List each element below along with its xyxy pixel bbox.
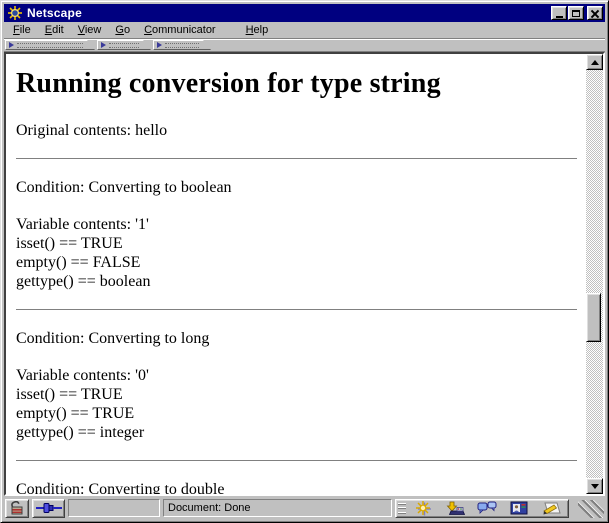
title-bar[interactable]: Netscape xyxy=(4,4,605,22)
close-icon xyxy=(591,10,599,17)
condition-line: Condition: Converting to boolean xyxy=(16,179,232,196)
condition-line: Condition: Converting to long xyxy=(16,330,210,347)
result-line: gettype() == integer xyxy=(16,424,145,441)
menu-file[interactable]: File xyxy=(6,22,38,38)
browser-viewport: Running conversion for type string Origi… xyxy=(4,52,605,496)
collapsed-location-toolbar[interactable] xyxy=(97,40,151,50)
component-bar-grip[interactable] xyxy=(398,502,406,515)
status-message: Document: Done xyxy=(163,499,392,517)
minimize-icon xyxy=(555,15,563,18)
online-status-button[interactable] xyxy=(32,498,65,518)
status-bar: Document: Done xyxy=(4,496,605,519)
collapsed-navigation-toolbar[interactable] xyxy=(5,40,95,50)
window-title: Netscape xyxy=(27,6,82,20)
progress-bar xyxy=(68,499,160,517)
menu-bar: File Edit View Go Communicator Help xyxy=(4,22,605,39)
composer-icon xyxy=(543,502,561,515)
result-line: Variable contents: '0' xyxy=(16,367,149,384)
scroll-down-button[interactable] xyxy=(586,478,603,494)
inbox-button[interactable] xyxy=(440,501,470,516)
navigator-button[interactable] xyxy=(408,500,438,516)
menu-view[interactable]: View xyxy=(71,22,109,38)
minimize-button[interactable] xyxy=(551,6,567,20)
divider xyxy=(16,460,577,462)
menu-help[interactable]: Help xyxy=(239,22,276,38)
condition-line: Condition: Converting to double xyxy=(16,481,225,494)
security-lock-icon xyxy=(11,501,23,515)
divider xyxy=(16,158,577,160)
scrollbar-track[interactable] xyxy=(586,70,603,478)
result-line: Variable contents: '1' xyxy=(16,216,149,233)
results-block: Variable contents: '0' isset() == TRUE e… xyxy=(16,366,578,442)
maximize-button[interactable] xyxy=(568,6,584,20)
navigator-icon xyxy=(416,500,431,515)
scroll-up-button[interactable] xyxy=(586,54,603,70)
window-resize-grip[interactable] xyxy=(578,500,604,518)
results-block: Variable contents: '1' isset() == TRUE e… xyxy=(16,215,578,291)
component-bar xyxy=(395,498,569,518)
collapsed-personal-toolbar[interactable] xyxy=(153,40,211,50)
down-arrow-icon xyxy=(590,483,599,489)
result-line: isset() == TRUE xyxy=(16,386,123,403)
netscape-logo-icon xyxy=(6,5,24,21)
netscape-window: Netscape File Edit View Go Communicator … xyxy=(0,0,609,523)
inbox-icon xyxy=(446,501,465,515)
up-arrow-icon xyxy=(590,59,599,65)
result-line: gettype() == boolean xyxy=(16,273,151,290)
expand-arrow-icon xyxy=(9,42,14,48)
menu-go[interactable]: Go xyxy=(108,22,137,38)
result-line: empty() == TRUE xyxy=(16,405,135,422)
close-button[interactable] xyxy=(587,6,603,20)
collapsed-toolbars xyxy=(4,39,605,52)
address-book-icon xyxy=(510,501,528,515)
online-plug-icon xyxy=(35,503,62,513)
result-line: isset() == TRUE xyxy=(16,235,123,252)
composer-button[interactable] xyxy=(536,501,566,516)
discussions-button[interactable] xyxy=(472,501,502,516)
web-page-content: Running conversion for type string Origi… xyxy=(6,54,586,494)
menu-edit[interactable]: Edit xyxy=(38,22,71,38)
original-contents-line: Original contents: hello xyxy=(16,122,168,139)
security-button[interactable] xyxy=(5,498,29,518)
discussions-icon xyxy=(477,501,497,514)
result-line: empty() == FALSE xyxy=(16,254,141,271)
status-text: Document: Done xyxy=(168,502,251,514)
scrollbar-thumb[interactable] xyxy=(586,293,601,342)
vertical-scrollbar[interactable] xyxy=(586,54,603,494)
maximize-icon xyxy=(572,9,580,17)
expand-arrow-icon xyxy=(157,42,162,48)
page-title: Running conversion for type string xyxy=(16,68,441,99)
expand-arrow-icon xyxy=(101,42,106,48)
address-book-button[interactable] xyxy=(504,501,534,516)
menu-communicator[interactable]: Communicator xyxy=(137,22,223,38)
divider xyxy=(16,309,577,311)
